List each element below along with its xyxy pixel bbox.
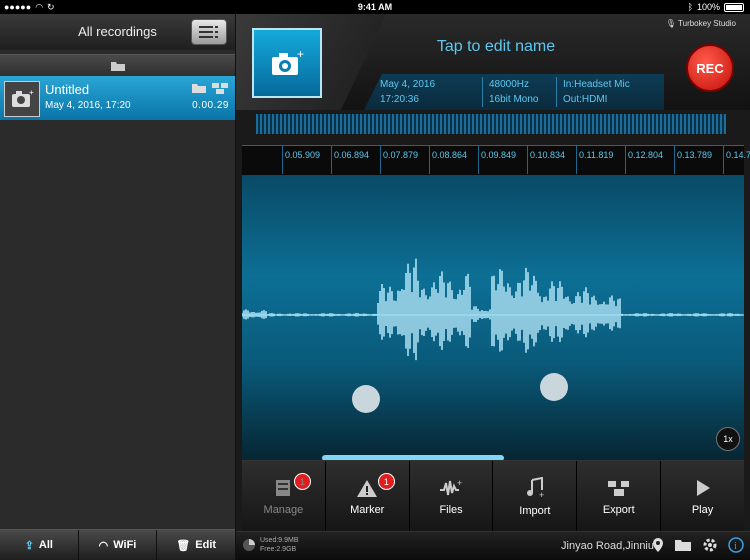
music-note-plus-icon: + [526, 477, 544, 499]
timeline-tick [723, 146, 724, 174]
info-format: 16bit Mono [489, 94, 539, 105]
list-icon [199, 26, 218, 38]
timeline-tick-label: 0.06.894 [334, 150, 370, 160]
timeline-tick-label: 0.10.834 [530, 150, 566, 160]
timeline-tick-label: 0.11.819 [579, 150, 614, 160]
sidebar-header: All recordings [0, 14, 235, 50]
timeline-tick-label: 0.05.909 [285, 150, 321, 160]
svg-text:+: + [457, 478, 462, 488]
timeline-tick [380, 146, 381, 174]
recordings-sidebar: All recordings + Untitled May 4, 2016, 1… [0, 14, 236, 560]
recording-name: Untitled [45, 82, 90, 97]
location-pin-icon[interactable] [652, 537, 664, 553]
recording-thumbnail: + [4, 81, 40, 117]
timeline-tick-label: 0.13.789 [677, 150, 713, 160]
bluetooth-icon: ᛒ [687, 2, 693, 12]
timeline-tick [674, 146, 675, 174]
recording-duration: 0.00.29 [192, 100, 229, 111]
list-view-button[interactable] [191, 19, 227, 45]
timeline-tick-label: 0.14.77 [726, 150, 750, 160]
timeline-tick-label: 0.09.849 [481, 150, 517, 160]
folder-bar[interactable] [0, 54, 235, 78]
timeline-tick-label: 0.07.879 [383, 150, 419, 160]
camera-icon: + [12, 89, 34, 107]
info-sample-rate: 48000Hz [489, 79, 530, 90]
waveform-path [242, 258, 743, 361]
sidebar-footer: ⇪ All ◠ WiFi 🗑 Edit [0, 529, 235, 560]
level-meter [256, 114, 726, 134]
microphone-icon: 🎙 [665, 19, 676, 28]
folder-icon [110, 62, 125, 71]
export-button[interactable]: Export [577, 461, 662, 533]
status-footer: Used:9.9MB Free:2.9GB Jinyao Road,Jinniu… [236, 531, 750, 560]
waveform-plus-icon: + [440, 478, 462, 496]
bottom-toolbar: Manage 1 Marker 1 + Files + Import Expor… [242, 460, 744, 533]
add-photo-button[interactable]: + [252, 28, 322, 98]
storage-free: Free:2.9GB [260, 546, 297, 553]
folder-icon [192, 84, 206, 93]
files-button[interactable]: + Files [409, 461, 494, 533]
manage-icon [276, 480, 291, 496]
storage-pie-icon [243, 539, 255, 551]
waveform-view[interactable]: 1x [242, 175, 744, 465]
recording-date: May 4, 2016, 17:20 [45, 100, 131, 111]
timeline-tick [527, 146, 528, 174]
recording-info: May 4, 2016 17:20:36 48000Hz 16bit Mono … [364, 74, 664, 110]
share-icon [212, 83, 228, 94]
marker-badge: 1 [377, 473, 395, 490]
selection-start-handle[interactable] [352, 385, 380, 413]
svg-text:i: i [734, 541, 737, 552]
storage-used: Used:9.9MB [260, 537, 299, 544]
export-icon [607, 481, 629, 496]
battery-percent: 100% [696, 2, 720, 12]
warning-triangle-icon [357, 480, 378, 497]
info-time: 17:20:36 [380, 94, 419, 105]
svg-text:+: + [297, 48, 304, 61]
gear-icon[interactable] [702, 537, 718, 553]
timeline-tick [576, 146, 577, 174]
timeline-tick [282, 146, 283, 174]
timeline-tick-label: 0.08.864 [432, 150, 468, 160]
brand-label: Turbokey Studio [678, 19, 736, 28]
timeline-tick [331, 146, 332, 174]
battery-icon [724, 2, 744, 12]
timeline-ruler[interactable]: 0.05.909 0.06.894 0.07.879 0.08.864 0.09.849… [242, 145, 750, 177]
camera-plus-icon: + [272, 48, 304, 75]
svg-text:+: + [29, 89, 34, 97]
manage-badge: 1 [294, 473, 311, 490]
wifi-icon: ◠ [98, 539, 109, 552]
folder-icon[interactable] [674, 538, 692, 552]
timeline-tick [429, 146, 430, 174]
editor-panel: + 🎙 Turbokey Studio Tap to edit name May… [236, 14, 750, 560]
play-button[interactable]: Play [661, 461, 744, 533]
play-icon [696, 480, 710, 496]
wifi-button[interactable]: ◠ WiFi [79, 530, 158, 560]
svg-text:+: + [539, 490, 544, 499]
info-date: May 4, 2016 [380, 79, 436, 90]
import-button[interactable]: + Import [493, 461, 578, 533]
info-icon[interactable]: i [728, 537, 744, 553]
info-output: Out:HDMI [563, 94, 608, 105]
recording-header: + 🎙 Turbokey Studio Tap to edit name May… [236, 14, 750, 110]
recording-name-edit[interactable]: Tap to edit name [396, 38, 596, 56]
trash-icon: 🗑 [176, 539, 191, 552]
waveform [242, 258, 744, 361]
status-time: 9:41 AM [357, 2, 393, 12]
timeline-tick-label: 0.12.804 [628, 150, 664, 160]
all-button[interactable]: ⇪ All [0, 530, 79, 560]
timeline-tick [625, 146, 626, 174]
selection-end-handle[interactable] [540, 373, 568, 401]
edit-button[interactable]: 🗑 Edit [157, 530, 235, 560]
manage-button[interactable]: Manage 1 [242, 461, 326, 533]
record-button[interactable]: REC [686, 44, 734, 92]
timeline-tick [478, 146, 479, 174]
status-bar: ●●●●● ◠ ↻ 9:41 AM ᛒ 100% [0, 0, 750, 14]
location-label: Jinyao Road,Jinniu [561, 540, 654, 552]
info-input: In:Headset Mic [563, 79, 630, 90]
recording-list-item[interactable]: + Untitled May 4, 2016, 17:20 0.00.29 [0, 76, 235, 120]
storage-info: Used:9.9MB Free:2.9GB [242, 536, 299, 554]
upload-icon: ⇪ [24, 539, 34, 552]
marker-button[interactable]: Marker 1 [325, 461, 410, 533]
zoom-indicator[interactable]: 1x [716, 427, 740, 451]
